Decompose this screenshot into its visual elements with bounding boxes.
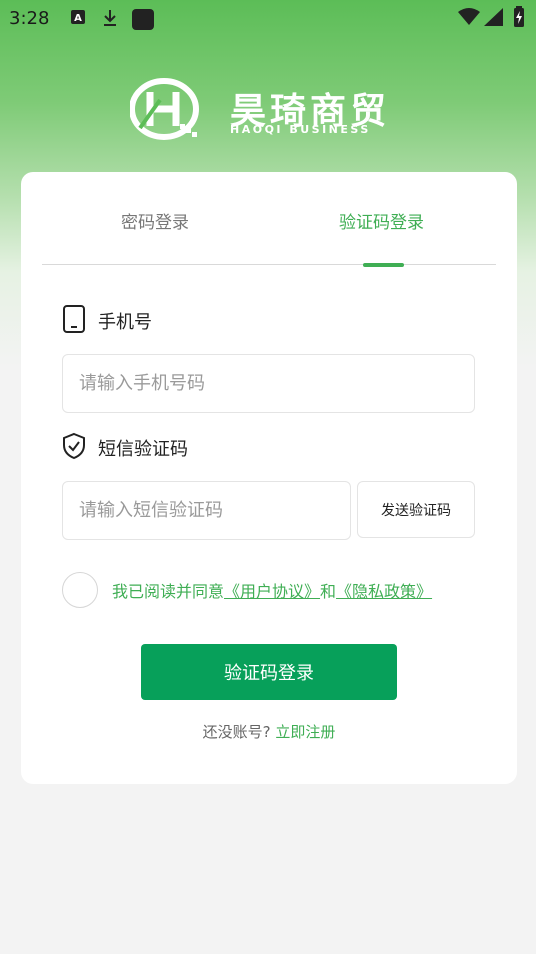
sms-label: 短信验证码 (98, 439, 188, 460)
agreement-conjunction: 和 (320, 582, 337, 601)
sms-login-button[interactable]: 验证码登录 (141, 644, 397, 700)
register-link[interactable]: 立即注册 (275, 723, 335, 741)
tab-sms-login[interactable]: 验证码登录 (339, 208, 424, 233)
signal-icon (484, 8, 503, 26)
haoqi-logo-icon (130, 78, 199, 140)
send-code-button[interactable]: 发送验证码 (357, 481, 475, 538)
agreement-text: 我已阅读并同意《用户协议》和《隐私政策》 (112, 578, 432, 602)
phone-input[interactable] (63, 355, 474, 412)
phone-label: 手机号 (98, 312, 152, 333)
phone-icon (63, 305, 85, 333)
download-icon (104, 10, 116, 26)
agreement-checkbox[interactable] (62, 572, 98, 608)
tab-divider (42, 264, 496, 265)
tab-password-login[interactable]: 密码登录 (121, 208, 189, 233)
shield-check-icon (63, 432, 85, 460)
app-square-icon (132, 9, 154, 30)
login-card: 密码登录 验证码登录 手机号 短信验证码 发送验证码 我已阅读并同意《用户协议》… (21, 172, 517, 784)
sms-code-input[interactable] (63, 482, 350, 539)
active-tab-indicator (363, 263, 404, 267)
register-row: 还没账号? 立即注册 (21, 721, 517, 742)
wifi-icon (458, 8, 480, 25)
register-question: 还没账号? (202, 723, 271, 741)
status-bar: 3:28 A (0, 0, 536, 38)
status-time: 3:28 (9, 8, 50, 29)
brand-subtitle: HAOQI BUSINESS (230, 123, 371, 136)
privacy-policy-link[interactable]: 《隐私政策》 (336, 582, 432, 601)
a-badge-icon: A (71, 10, 85, 24)
brand-logo: 昊琦商贸 HAOQI BUSINESS (130, 78, 410, 144)
svg-text:A: A (74, 13, 82, 24)
sms-input-box[interactable] (62, 481, 351, 540)
phone-input-box[interactable] (62, 354, 475, 413)
battery-charging-icon (514, 6, 524, 27)
agreement-prefix: 我已阅读并同意 (112, 582, 225, 601)
user-agreement-link[interactable]: 《用户协议》 (224, 582, 320, 601)
